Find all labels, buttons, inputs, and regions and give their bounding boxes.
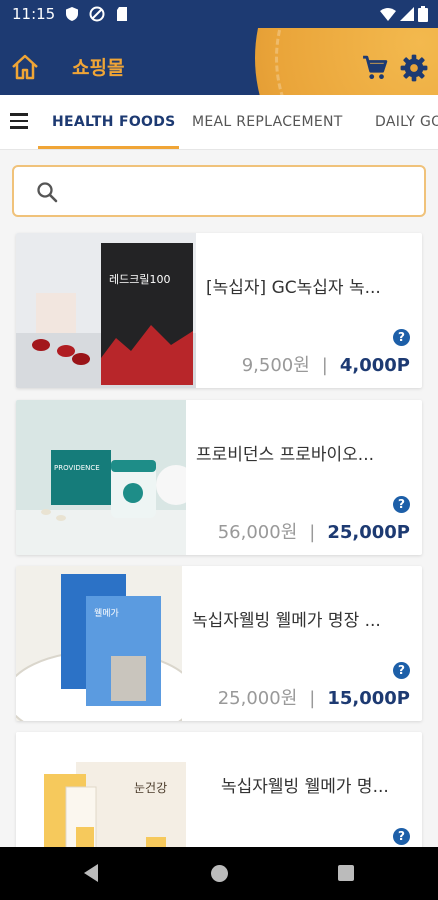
product-price: 9,500원 (241, 355, 310, 376)
product-image: 웰메가 (16, 566, 182, 721)
screen: 11:15 쇼핑몰 HEALTH FOODS MEAL REPLACEMENT … (0, 0, 438, 900)
battery-icon (418, 6, 428, 22)
product-name: 녹십자웰빙 웰메가 명장 ... (192, 611, 381, 631)
gear-icon[interactable] (400, 54, 428, 82)
sd-card-icon (117, 7, 127, 21)
wifi-icon (380, 8, 396, 21)
help-icon[interactable]: ? (393, 496, 410, 513)
help-icon[interactable]: ? (393, 828, 410, 845)
back-icon[interactable] (84, 864, 98, 882)
system-nav-bar (0, 847, 438, 900)
status-time: 11:15 (12, 5, 56, 23)
help-icon[interactable]: ? (393, 329, 410, 346)
category-tab-bar: HEALTH FOODS MEAL REPLACEMENT DAILY GO (0, 95, 438, 150)
no-data-icon (89, 6, 105, 22)
product-name: [녹십자] GC녹십자 녹... (206, 278, 381, 298)
cart-icon[interactable] (362, 55, 388, 81)
product-name: 프로비던스 프로바이오... (196, 445, 375, 465)
menu-icon[interactable] (10, 113, 28, 131)
product-price: 56,000원 (217, 522, 298, 543)
product-price: 25,000원 (217, 688, 298, 709)
home-circle-icon[interactable] (211, 865, 228, 882)
tab-meal-replacement[interactable]: MEAL REPLACEMENT (192, 114, 343, 130)
tab-daily-go[interactable]: DAILY GO (375, 114, 438, 130)
recents-icon[interactable] (338, 865, 354, 881)
product-prices: 56,000원 | 25,000P (217, 522, 410, 543)
shield-icon (66, 7, 78, 21)
active-tab-indicator (38, 146, 179, 149)
product-box-text: 웰메가 (94, 608, 119, 619)
product-card[interactable]: 웰메가 녹십자웰빙 웰메가 명장 ... ? 25,000원 | 15,000P (16, 566, 422, 721)
signal-icon (400, 7, 414, 21)
status-bar: 11:15 (0, 0, 438, 28)
product-points: 25,000P (327, 522, 410, 543)
product-card[interactable]: PROVIDENCE 프로비던스 프로바이오... ? 56,000원 | 25,0… (16, 400, 422, 555)
product-card[interactable]: 레드크릴100 [녹십자] GC녹십자 녹... ? 9,500원 | 4,000P (16, 233, 422, 388)
search-input[interactable] (66, 179, 406, 203)
help-icon[interactable]: ? (393, 662, 410, 679)
product-prices: 9,500원 | 4,000P (241, 355, 410, 376)
product-image: 레드크릴100 (16, 233, 196, 388)
tab-health-foods[interactable]: HEALTH FOODS (52, 114, 176, 130)
product-points: 15,000P (327, 688, 410, 709)
search-icon (37, 182, 58, 203)
search-box[interactable] (12, 165, 426, 217)
product-box-text: 눈건강 (134, 781, 167, 795)
home-icon[interactable] (10, 52, 40, 82)
product-prices: 25,000원 | 15,000P (217, 688, 410, 709)
app-bar: 쇼핑몰 (0, 28, 438, 95)
product-image: PROVIDENCE (16, 400, 186, 555)
product-box-text: PROVIDENCE (54, 464, 100, 472)
product-name: 녹십자웰빙 웰메가 명... (221, 777, 389, 797)
product-box-text: 레드크릴100 (109, 273, 170, 286)
page-title: 쇼핑몰 (72, 57, 125, 79)
product-points: 4,000P (339, 355, 410, 376)
